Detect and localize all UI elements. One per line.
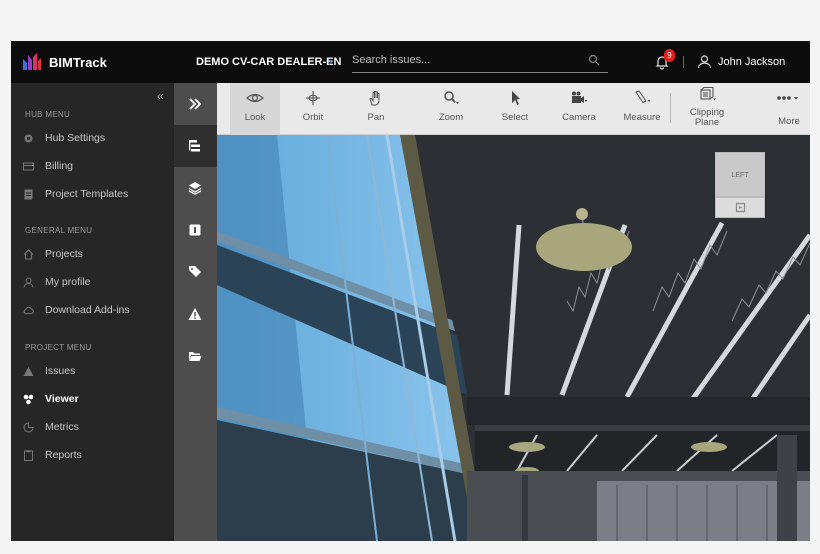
properties-icon: [189, 224, 201, 236]
folder-icon: [189, 352, 202, 361]
reports-icon: [24, 450, 33, 461]
metrics-icon: [23, 422, 34, 433]
menu-item-reports[interactable]: Reports: [23, 448, 163, 466]
viewer-tool-rail: [174, 83, 217, 541]
rail-properties-button[interactable]: [174, 209, 217, 251]
menu-item-label: Billing: [45, 160, 74, 172]
user-name[interactable]: John Jackson: [718, 56, 785, 68]
collapse-menu-icon[interactable]: «: [157, 89, 164, 103]
menu-item-download-add-ins[interactable]: Download Add-ins: [23, 303, 163, 321]
home-icon: [23, 249, 34, 260]
select-tool-button[interactable]: Select: [489, 83, 541, 135]
menu-item-viewer[interactable]: Viewer: [23, 392, 163, 410]
hand-icon: [369, 91, 380, 106]
measure-tool-button[interactable]: Measure: [617, 83, 667, 135]
menu-item-label: Project Templates: [45, 188, 129, 200]
menu-item-billing[interactable]: Billing: [23, 159, 163, 177]
orbit-icon: [306, 91, 320, 105]
user-icon[interactable]: [697, 54, 712, 69]
tree-icon: [189, 140, 200, 152]
project-selector[interactable]: DEMO CV-CAR DEALER-EN: [196, 56, 341, 68]
tool-label: Camera: [562, 112, 596, 123]
warning-icon: [188, 308, 202, 320]
notification-badge: 9: [664, 49, 675, 62]
viewer-toolbar: Look Orbit Pan Zoom Select Camera Measur…: [217, 83, 810, 135]
menu-item-label: Download Add-ins: [45, 304, 130, 316]
more-tools-button[interactable]: More: [763, 83, 810, 135]
hub-menu-title: HUB MENU: [25, 110, 71, 119]
home-view-icon[interactable]: [735, 202, 746, 213]
toolbar-divider: [670, 93, 671, 123]
menu-item-issues[interactable]: Issues: [23, 364, 163, 382]
rail-tags-button[interactable]: [174, 251, 217, 293]
menu-item-project-templates[interactable]: Project Templates: [23, 187, 163, 205]
menu-item-projects[interactable]: Projects: [23, 247, 163, 265]
clipping-label-line2: Plane: [694, 117, 720, 128]
orbit-tool-button[interactable]: Orbit: [287, 83, 339, 135]
app-window: BIMTrack DEMO CV-CAR DEALER-EN › 9 John …: [11, 41, 810, 541]
tool-label: Clipping Plane: [680, 108, 734, 128]
cloud-icon: [23, 306, 34, 314]
menu-item-label: Projects: [45, 248, 83, 260]
general-menu-title: GENERAL MENU: [25, 226, 93, 235]
search-input[interactable]: [352, 49, 582, 71]
user-icon: [23, 277, 34, 288]
ruler-icon: [635, 90, 651, 104]
search-box: [352, 49, 608, 73]
expand-icon: [189, 98, 202, 110]
menu-item-label: Viewer: [45, 393, 79, 405]
view-navigation-cube[interactable]: LEFT: [715, 152, 765, 218]
layers-icon: [188, 182, 202, 195]
tool-label: Orbit: [302, 112, 324, 123]
tool-label: Measure: [623, 112, 661, 123]
document-icon: [24, 189, 33, 200]
menu-item-metrics[interactable]: Metrics: [23, 420, 163, 438]
warning-icon: [23, 367, 34, 376]
header-divider: [683, 56, 684, 68]
eye-icon: [246, 93, 264, 103]
top-bar: BIMTrack DEMO CV-CAR DEALER-EN › 9 John …: [11, 41, 810, 83]
tool-label: More: [778, 116, 800, 127]
project-menu-title: PROJECT MENU: [25, 343, 92, 352]
card-icon: [23, 162, 34, 171]
navcube-face[interactable]: LEFT: [715, 152, 765, 197]
gear-icon: [24, 134, 33, 143]
tool-label: Zoom: [438, 112, 464, 123]
zoom-icon: [444, 91, 459, 104]
menu-item-label: Hub Settings: [45, 132, 106, 144]
bimtrack-logo-icon[interactable]: [21, 52, 43, 72]
navcube-base[interactable]: [715, 197, 765, 218]
video-camera-icon: [572, 91, 588, 103]
rail-layers-button[interactable]: [174, 167, 217, 209]
viewer-icon: [23, 394, 34, 405]
zoom-tool-button[interactable]: Zoom: [425, 83, 477, 135]
rail-issues-button[interactable]: [174, 293, 217, 335]
more-icon: [777, 96, 798, 100]
menu-item-label: Metrics: [45, 421, 79, 433]
menu-item-hub-settings[interactable]: Hub Settings: [23, 131, 163, 149]
model-3d-viewport[interactable]: LEFT: [217, 135, 810, 541]
left-menu: « HUB MENU Hub Settings Billing Project …: [11, 83, 174, 541]
menu-item-label: Issues: [45, 365, 76, 377]
clipping-plane-icon: [700, 87, 716, 101]
camera-tool-button[interactable]: Camera: [552, 83, 606, 135]
cursor-icon: [512, 91, 520, 105]
tool-label: Look: [244, 112, 266, 123]
search-icon[interactable]: [588, 54, 600, 66]
clipping-plane-tool-button[interactable]: Clipping Plane: [680, 83, 734, 135]
tool-label: Pan: [367, 112, 385, 123]
pan-tool-button[interactable]: Pan: [350, 83, 402, 135]
look-tool-button[interactable]: Look: [230, 83, 280, 135]
tool-label: Select: [501, 112, 529, 123]
rail-model-tree-button[interactable]: [174, 125, 217, 167]
menu-item-label: My profile: [45, 276, 91, 288]
menu-item-my-profile[interactable]: My profile: [23, 275, 163, 293]
rail-expand-button[interactable]: [174, 83, 217, 125]
tag-icon: [189, 266, 201, 277]
menu-item-label: Reports: [45, 449, 82, 461]
rail-files-button[interactable]: [174, 335, 217, 377]
brand-name[interactable]: BIMTrack: [49, 55, 107, 70]
chevron-right-icon[interactable]: ›: [328, 54, 332, 69]
